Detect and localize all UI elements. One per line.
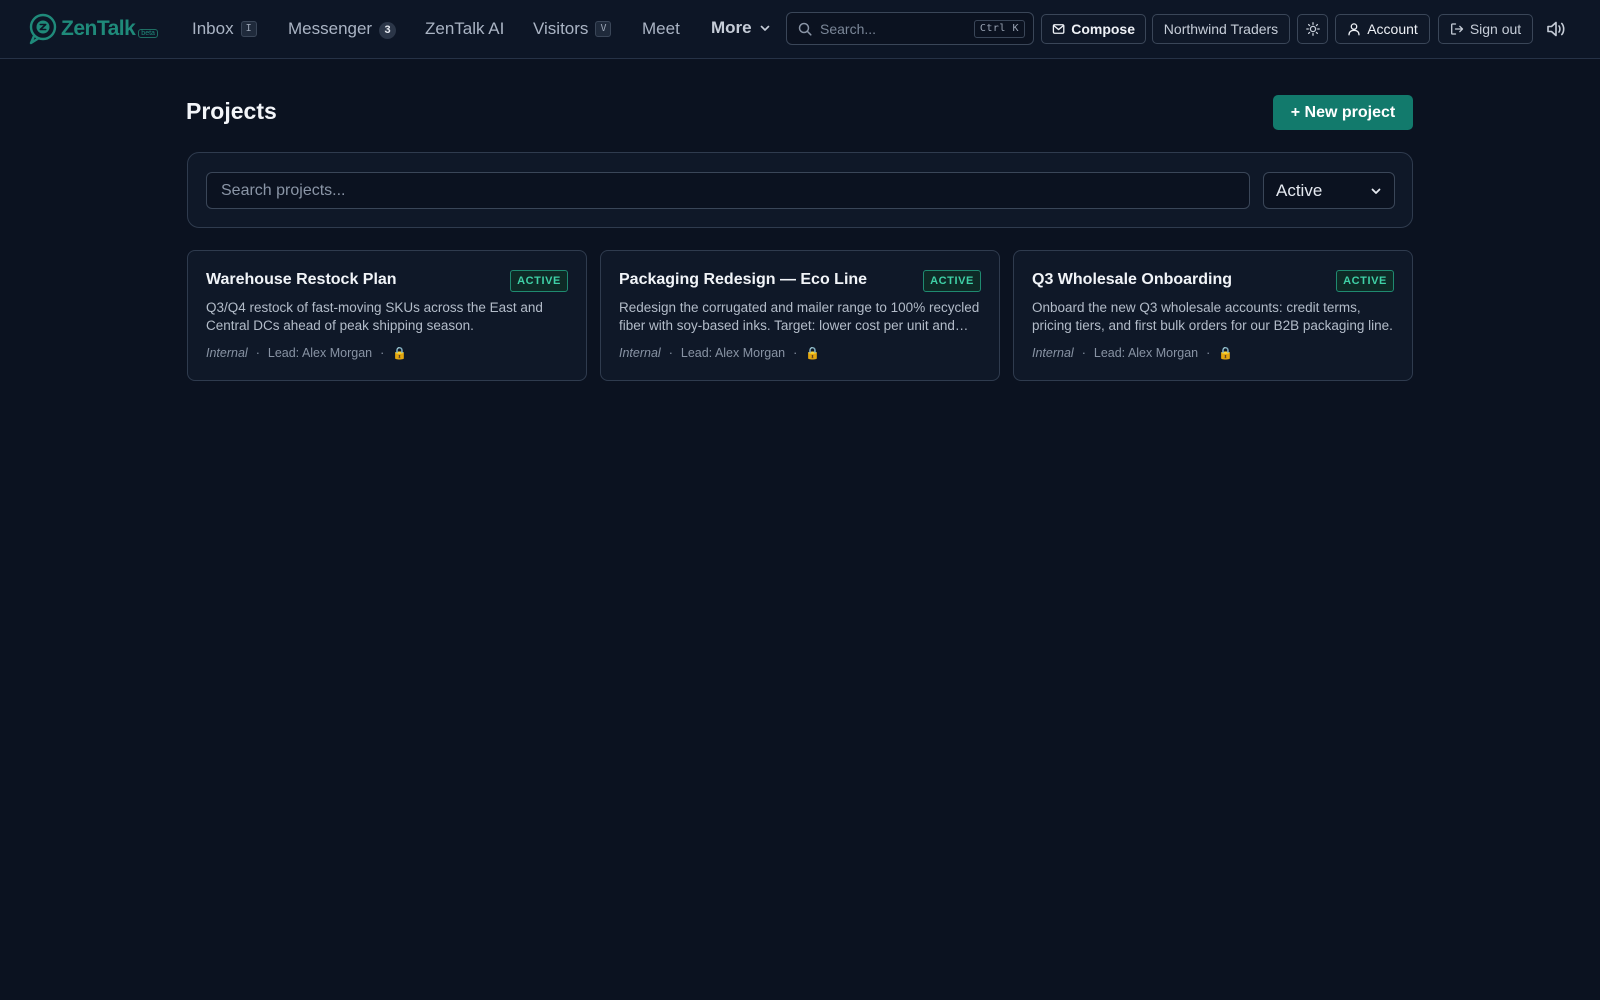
project-visibility: Internal <box>1032 346 1074 360</box>
workspace-name: Northwind Traders <box>1163 21 1279 37</box>
nav-item-inbox[interactable]: Inbox I <box>192 16 257 42</box>
nav-item-label: Messenger <box>288 19 373 38</box>
project-title: Packaging Redesign — Eco Line <box>619 271 868 288</box>
chat-bubble-logo-icon <box>29 13 57 45</box>
project-meta: Internal · Lead: Alex Morgan · 🔒 <box>206 345 407 361</box>
brand-name: ZenTalk <box>61 17 136 40</box>
status-filter-value: Active <box>1276 180 1323 200</box>
theme-toggle-button[interactable] <box>1297 14 1328 44</box>
sign-out-label: Sign out <box>1469 21 1522 37</box>
sun-icon <box>1305 22 1320 36</box>
project-description: Onboard the new Q3 wholesale accounts: c… <box>1032 300 1393 333</box>
meta-separator: · <box>668 346 673 360</box>
nav-item-visitors[interactable]: Visitors V <box>533 16 612 42</box>
nav-more-menu[interactable]: More <box>711 15 771 41</box>
project-lead: Lead: Alex Morgan <box>680 346 786 360</box>
project-title: Q3 Wholesale Onboarding <box>1032 271 1233 288</box>
meta-separator: · <box>1081 346 1086 360</box>
project-title: Warehouse Restock Plan <box>206 271 397 288</box>
new-project-button[interactable]: + New project <box>1273 95 1413 130</box>
project-description: Q3/Q4 restock of fast-moving SKUs across… <box>206 300 543 333</box>
nav-item-meet[interactable]: Meet <box>642 16 680 42</box>
project-description: Redesign the corrugated and mailer range… <box>619 300 980 333</box>
project-visibility: Internal <box>619 346 661 360</box>
project-lead: Lead: Alex Morgan <box>267 346 373 360</box>
lock-icon: 🔒 <box>805 346 821 360</box>
status-badge: ACTIVE <box>510 270 568 292</box>
chevron-down-icon <box>1371 188 1381 194</box>
project-card[interactable]: Warehouse Restock Plan ACTIVE Q3/Q4 rest… <box>187 250 587 381</box>
meta-separator: · <box>380 346 385 360</box>
meta-separator: · <box>255 346 260 360</box>
project-card[interactable]: Q3 Wholesale Onboarding ACTIVE Onboard t… <box>1013 250 1413 381</box>
nav-item-zentalk-ai[interactable]: ZenTalk AI <box>425 16 504 42</box>
chevron-down-icon <box>760 25 769 31</box>
status-badge: ACTIVE <box>1336 270 1394 292</box>
page-title: Projects <box>186 98 277 124</box>
nav-item-label: Visitors <box>533 19 589 38</box>
project-filter-panel: Active <box>187 152 1413 228</box>
project-lead: Lead: Alex Morgan <box>1093 346 1199 360</box>
global-search-input[interactable] <box>820 20 966 37</box>
unread-count-badge: 3 <box>379 21 397 39</box>
meta-separator: · <box>793 346 798 360</box>
user-icon <box>1348 23 1360 36</box>
speaker-icon[interactable] <box>1545 18 1567 40</box>
top-navigation-bar: ZenTalk beta Inbox I Messenger 3 ZenTalk… <box>0 0 1600 59</box>
nav-item-messenger[interactable]: Messenger 3 <box>288 16 397 42</box>
account-label: Account <box>1367 21 1418 37</box>
nav-item-label: Meet <box>642 19 680 38</box>
workspace-switcher[interactable]: Northwind Traders <box>1152 14 1290 44</box>
project-search-input[interactable] <box>206 172 1250 209</box>
project-card[interactable]: Packaging Redesign — Eco Line ACTIVE Red… <box>600 250 1000 381</box>
mail-icon <box>1052 24 1065 34</box>
meta-separator: · <box>1206 346 1211 360</box>
lock-icon: 🔒 <box>1218 346 1234 360</box>
project-meta: Internal · Lead: Alex Morgan · 🔒 <box>1032 345 1233 361</box>
nav-item-label: ZenTalk AI <box>425 19 505 38</box>
status-filter-select[interactable]: Active <box>1263 172 1395 209</box>
compose-label: Compose <box>1071 21 1135 37</box>
sign-out-icon <box>1450 23 1463 35</box>
global-search-box: Ctrl K <box>786 12 1034 45</box>
search-shortcut-hint: Ctrl K <box>973 19 1025 38</box>
lock-icon: 🔒 <box>392 346 408 360</box>
sign-out-button[interactable]: Sign out <box>1438 14 1533 44</box>
project-card-grid: Warehouse Restock Plan ACTIVE Q3/Q4 rest… <box>187 250 1413 381</box>
project-meta: Internal · Lead: Alex Morgan · 🔒 <box>619 345 820 361</box>
search-icon <box>798 22 812 36</box>
status-badge: ACTIVE <box>923 270 981 292</box>
brand-logo[interactable]: ZenTalk beta <box>28 13 158 45</box>
project-visibility: Internal <box>206 346 248 360</box>
brand-tag: beta <box>138 28 158 38</box>
account-button[interactable]: Account <box>1335 14 1430 44</box>
shortcut-hint: V <box>595 21 612 37</box>
nav-item-label: Inbox <box>192 19 234 38</box>
compose-button[interactable]: Compose <box>1041 14 1146 44</box>
shortcut-hint: I <box>240 21 257 37</box>
nav-item-label: More <box>711 18 752 37</box>
